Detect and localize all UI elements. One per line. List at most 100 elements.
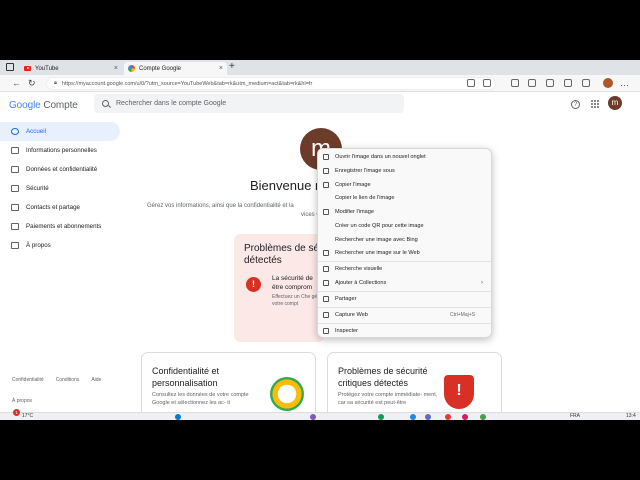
new-tab-button[interactable]: + — [229, 61, 235, 72]
menu-item-copy-image-link[interactable]: Copier le lien de l'image — [318, 192, 491, 204]
menu-item-save-image[interactable]: Enregistrer l'image sous — [318, 165, 491, 177]
credit-card-icon — [11, 223, 19, 230]
menu-item-label: Capture Web — [335, 312, 368, 318]
tab-compte-google[interactable]: Compte Google × — [124, 62, 227, 75]
language-indicator[interactable]: FRA — [570, 413, 580, 419]
menu-item-label: Recherche visuelle — [335, 266, 383, 272]
menu-item-search-bing[interactable]: Rechercher une image avec Bing — [318, 234, 491, 246]
card-body: Protégez votre compte immédiate- ment, c… — [338, 392, 438, 406]
collections-icon[interactable] — [546, 79, 554, 87]
split-screen-icon[interactable] — [511, 79, 519, 87]
menu-divider — [318, 291, 491, 292]
sidebar-item-label: À propos — [26, 242, 51, 249]
refresh-icon[interactable]: ↻ — [28, 78, 36, 89]
downloads-icon[interactable] — [582, 79, 590, 87]
sidebar-item-label: Informations personnelles — [26, 147, 97, 154]
visual-search-icon — [323, 266, 329, 272]
close-icon[interactable]: × — [219, 65, 223, 72]
search-icon — [102, 100, 109, 107]
menu-item-label: Ouvrir l'image dans un nouvel onglet — [335, 154, 426, 160]
web-capture-icon — [323, 312, 329, 318]
menu-divider — [318, 261, 491, 262]
menu-item-edit-image[interactable]: Modifier l'image — [318, 206, 491, 218]
sidebar-item-payments[interactable]: Paiements et abonnements — [0, 217, 125, 236]
url-field[interactable]: 🔒︎ https://myaccount.google.com/u/0/?utm… — [46, 77, 496, 90]
tab-actions-icon[interactable] — [6, 63, 14, 71]
taskbar-app-icon[interactable] — [310, 414, 316, 420]
start-icon[interactable] — [175, 414, 181, 420]
menu-item-add-collections[interactable]: Ajouter à Collections › — [318, 277, 491, 289]
card-body: Consultez les données de votre compte Go… — [152, 392, 249, 406]
menu-item-open-image-new-tab[interactable]: Ouvrir l'image dans un nouvel onglet — [318, 151, 491, 163]
menu-item-label: Modifier l'image — [335, 209, 374, 215]
clock[interactable]: 13:4 — [626, 413, 636, 419]
account-avatar[interactable]: m — [608, 96, 622, 110]
sidebar-item-data-privacy[interactable]: Données et confidentialité — [0, 160, 125, 179]
menu-item-label: Copier l'image — [335, 182, 371, 188]
card-title: Confidentialité et personnalisation — [152, 366, 220, 388]
menu-item-label: Rechercher une image avec Bing — [335, 237, 418, 243]
close-icon[interactable]: × — [114, 65, 118, 72]
taskbar-app-icon[interactable] — [378, 414, 384, 420]
back-arrow-icon[interactable]: ← — [12, 78, 21, 88]
sidebar-item-label: Contacts et partage — [26, 204, 81, 211]
logo-google: Google — [9, 100, 41, 111]
save-icon — [323, 168, 329, 174]
taskbar-app-icon[interactable] — [462, 414, 468, 420]
taskbar-app-icon[interactable] — [410, 414, 416, 420]
edit-image-icon — [323, 209, 329, 215]
help-icon[interactable]: ? — [571, 100, 580, 109]
more-menu-icon[interactable]: … — [620, 78, 629, 88]
google-account-logo[interactable]: Google Compte — [9, 100, 78, 111]
footer-link-terms[interactable]: Conditions — [56, 377, 80, 383]
new-tab-icon — [323, 154, 329, 160]
menu-item-web-capture[interactable]: Capture Web Ctrl+Maj+S — [318, 309, 491, 321]
menu-item-copy-image[interactable]: Copier l'image — [318, 179, 491, 191]
sidebar-item-about[interactable]: À propos — [0, 236, 125, 255]
menu-item-visual-search[interactable]: Recherche visuelle — [318, 263, 491, 275]
toggle-icon — [11, 166, 19, 173]
notification-badge: 1 — [13, 409, 20, 416]
menu-item-share[interactable]: Partager — [318, 293, 491, 305]
search-input[interactable]: Rechercher dans le compte Google — [94, 94, 404, 113]
taskbar-app-icon[interactable] — [425, 414, 431, 420]
intro-text: Gérez vos informations, ainsi que la con… — [147, 203, 294, 209]
footer-link-help[interactable]: Aide — [91, 377, 101, 383]
footer-link-privacy[interactable]: Confidentialité — [12, 377, 44, 383]
menu-item-label: Créer un code QR pour cette image — [335, 223, 424, 229]
menu-item-shortcut: Ctrl+Maj+S — [449, 312, 475, 318]
tab-youtube[interactable]: YouTube × — [20, 62, 122, 75]
google-icon — [128, 65, 135, 72]
id-card-icon — [11, 147, 19, 154]
privacy-card[interactable]: Confidentialité et personnalisation Cons… — [141, 352, 316, 420]
menu-item-inspect[interactable]: Inspecter — [318, 325, 491, 337]
read-aloud-icon[interactable] — [467, 79, 475, 87]
card-title: Problèmes de sécurité critiques détectés — [338, 366, 428, 388]
browser-profile-icon[interactable] — [603, 78, 613, 88]
sidebar-item-contacts[interactable]: Contacts et partage — [0, 198, 125, 217]
tab-strip: YouTube × Compte Google × + — [0, 60, 640, 75]
tab-label: YouTube — [35, 65, 59, 72]
shield-alert-icon: ! — [444, 375, 474, 409]
menu-item-qr-code[interactable]: Créer un code QR pour cette image — [318, 220, 491, 232]
taskbar-app-icon[interactable] — [445, 414, 451, 420]
favorites-icon[interactable] — [528, 79, 536, 87]
people-icon — [11, 204, 19, 211]
sidebar-item-accueil[interactable]: Accueil — [0, 122, 120, 141]
page-title: Bienvenue m — [250, 178, 326, 193]
weather-temperature[interactable]: 17°C — [22, 413, 33, 419]
taskbar-app-icon[interactable] — [480, 414, 486, 420]
security-alert-card[interactable]: Problèmes de sé détectés ! La sécurité d… — [234, 234, 324, 342]
security-card[interactable]: Problèmes de sécurité critiques détectés… — [327, 352, 502, 420]
sidebar-item-personal-info[interactable]: Informations personnelles — [0, 141, 125, 160]
favorite-star-icon[interactable] — [483, 79, 491, 87]
menu-item-search-web[interactable]: Rechercher une image sur le Web — [318, 247, 491, 259]
footer-link-about[interactable]: À propos — [12, 398, 32, 404]
privacy-illustration-icon — [270, 377, 304, 411]
sidebar-item-label: Sécurité — [26, 185, 49, 192]
apps-grid-icon[interactable] — [591, 100, 599, 108]
extensions-icon[interactable] — [564, 79, 572, 87]
sidebar-item-security[interactable]: Sécurité — [0, 179, 125, 198]
menu-divider — [318, 323, 491, 324]
chevron-right-icon: › — [481, 280, 483, 286]
